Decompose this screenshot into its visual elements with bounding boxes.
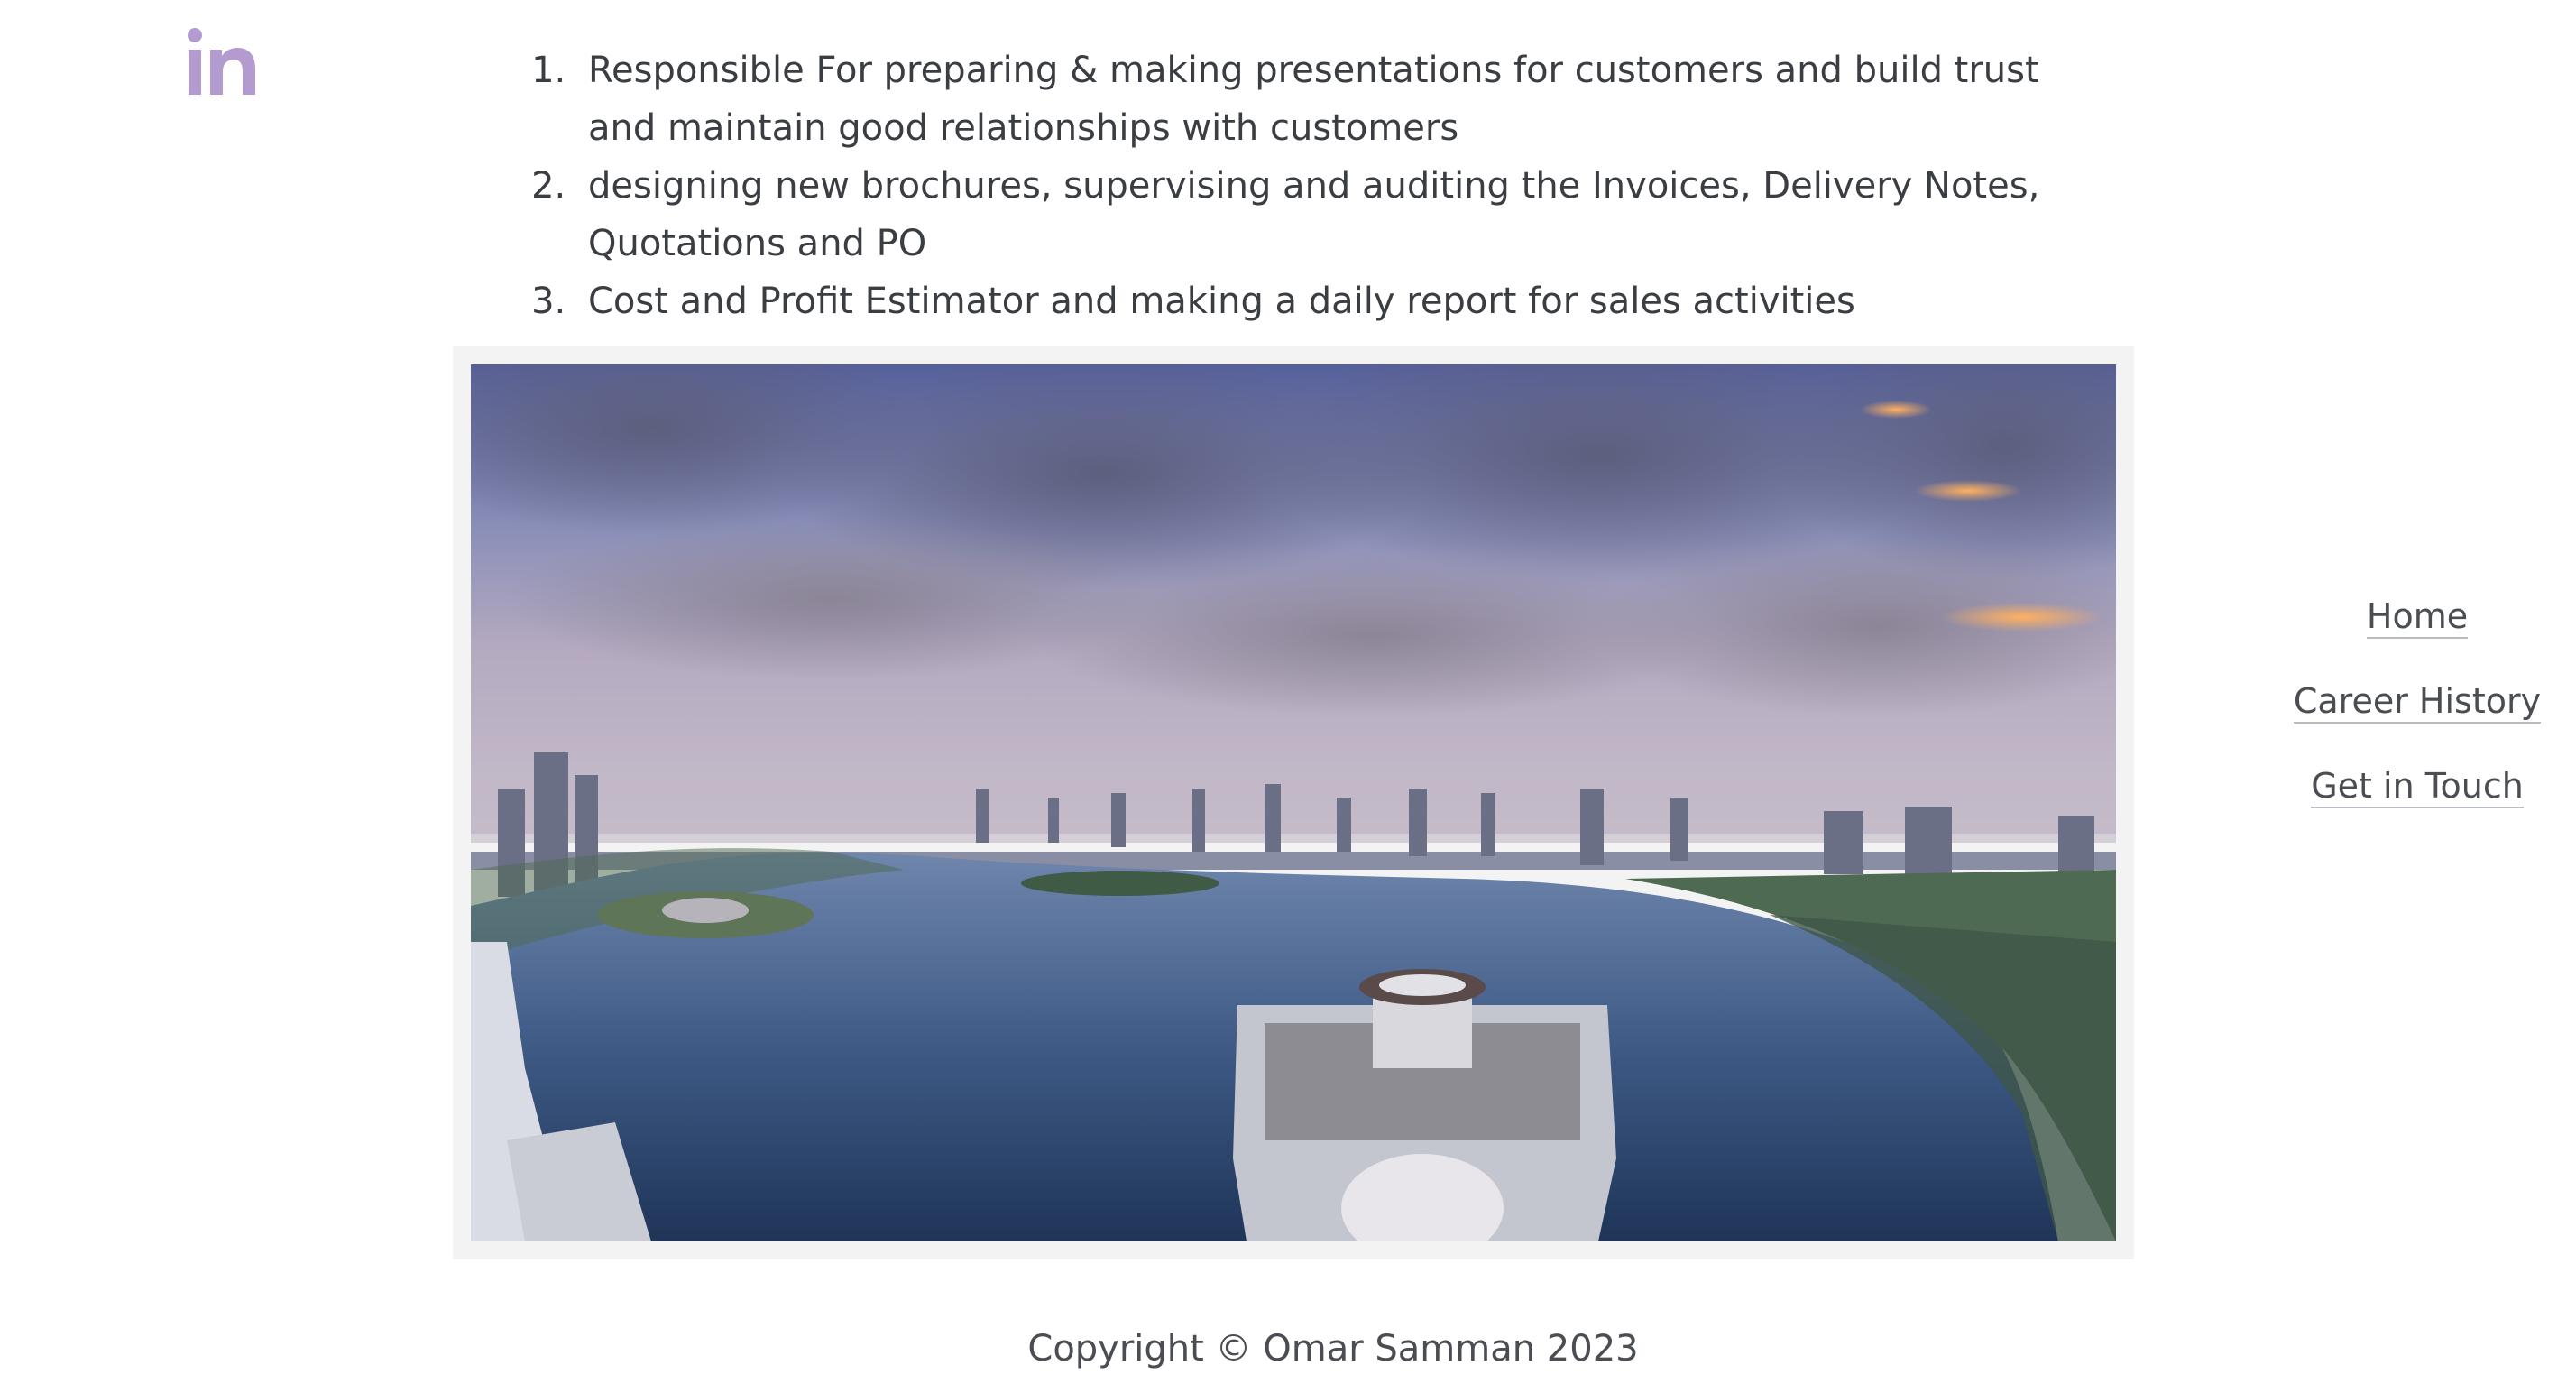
page: Responsible For preparing & making prese… (0, 0, 2576, 1393)
footer-copyright: Copyright © Omar Samman 2023 (1027, 1328, 1639, 1370)
city-skyline-photo (471, 364, 2116, 1241)
list-item: Responsible For preparing & making prese… (577, 42, 2111, 157)
list-item: designing new brochures, supervising and… (577, 157, 2111, 272)
linkedin-icon[interactable] (185, 25, 259, 99)
duties-list: Responsible For preparing & making prese… (469, 42, 2111, 330)
nav-get-in-touch-link[interactable]: Get in Touch (2311, 765, 2524, 808)
side-nav: Home Career History Get in Touch (2255, 595, 2576, 850)
photo-frame (453, 346, 2134, 1259)
nav-home-link[interactable]: Home (2366, 595, 2469, 639)
list-item: Cost and Profit Estimator and making a d… (577, 272, 2111, 330)
nav-career-history-link[interactable]: Career History (2293, 680, 2542, 724)
